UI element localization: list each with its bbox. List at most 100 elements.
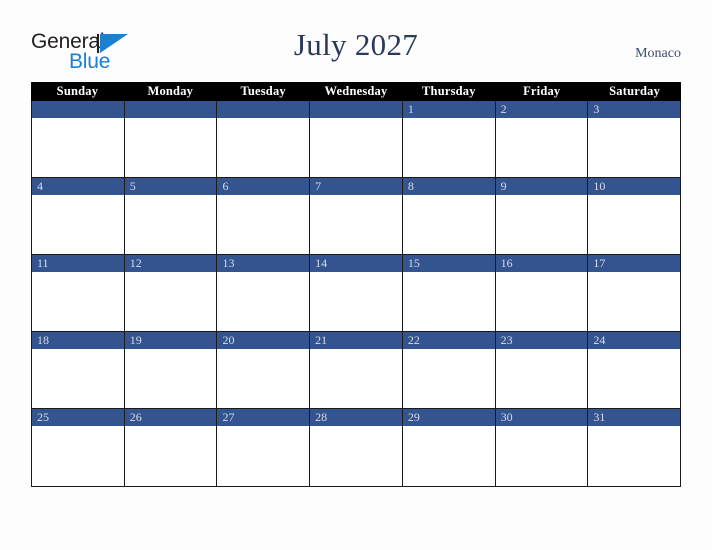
day-number: 10 [588, 178, 681, 195]
day-cell[interactable]: 3 [588, 101, 681, 178]
day-cell[interactable]: 28 [310, 409, 403, 486]
day-cell[interactable]: 10 [588, 178, 681, 255]
day-cell[interactable]: 30 [495, 409, 589, 486]
day-cell[interactable]: 11 [32, 255, 125, 332]
day-number: 30 [495, 409, 588, 426]
day-events-area[interactable] [402, 349, 495, 408]
day-events-area[interactable] [402, 426, 495, 486]
day-cell[interactable]: 26 [124, 409, 218, 486]
day-number: 22 [402, 332, 495, 349]
day-number: 17 [588, 255, 681, 272]
day-number: 21 [310, 332, 402, 349]
day-events-area[interactable] [124, 349, 217, 408]
calendar-page: General Blue July 2027 Monaco Sunday Mon… [0, 0, 712, 550]
day-cell[interactable]: 31 [588, 409, 681, 486]
day-cell[interactable]: 15 [402, 255, 496, 332]
day-cell[interactable]: 16 [495, 255, 589, 332]
day-number: 2 [495, 101, 588, 118]
day-events-area[interactable] [402, 195, 495, 254]
day-events-area[interactable] [310, 195, 402, 254]
day-events-area[interactable] [495, 426, 588, 486]
day-cell[interactable]: 23 [495, 332, 589, 409]
day-number: 3 [588, 101, 681, 118]
day-cell[interactable]: 5 [124, 178, 218, 255]
day-cell[interactable]: 20 [217, 332, 311, 409]
day-number: 27 [217, 409, 310, 426]
day-events-area[interactable] [588, 118, 681, 177]
day-events-area[interactable] [124, 426, 217, 486]
day-events-area[interactable] [310, 349, 402, 408]
day-cell[interactable]: 29 [402, 409, 496, 486]
day-number: 24 [588, 332, 681, 349]
day-cell[interactable] [310, 101, 403, 178]
day-events-area[interactable] [588, 426, 681, 486]
calendar-weeks: 1 2 3 4 5 6 7 8 9 10 11 12 13 14 15 16 1… [31, 101, 681, 487]
day-cell[interactable]: 17 [588, 255, 681, 332]
day-cell[interactable]: 24 [588, 332, 681, 409]
day-events-area[interactable] [217, 195, 310, 254]
day-events-area[interactable] [124, 272, 217, 331]
day-cell[interactable] [217, 101, 311, 178]
day-events-area[interactable] [32, 118, 124, 177]
day-number: 13 [217, 255, 310, 272]
day-cell[interactable]: 9 [495, 178, 589, 255]
weekday-header-row: Sunday Monday Tuesday Wednesday Thursday… [31, 82, 681, 101]
day-events-area[interactable] [495, 195, 588, 254]
day-events-area[interactable] [495, 272, 588, 331]
day-cell[interactable] [124, 101, 218, 178]
day-cell[interactable]: 2 [495, 101, 589, 178]
day-events-area[interactable] [310, 118, 402, 177]
day-events-area[interactable] [217, 118, 310, 177]
day-number: 11 [32, 255, 124, 272]
day-cell[interactable]: 6 [217, 178, 311, 255]
calendar-week-row: 25 26 27 28 29 30 31 [32, 409, 681, 486]
day-cell[interactable]: 25 [32, 409, 125, 486]
day-events-area[interactable] [495, 349, 588, 408]
day-cell[interactable]: 1 [402, 101, 496, 178]
day-number: 12 [124, 255, 217, 272]
day-number: 8 [402, 178, 495, 195]
day-number: 16 [495, 255, 588, 272]
calendar-week-row: 11 12 13 14 15 16 17 [32, 255, 681, 332]
day-cell[interactable]: 12 [124, 255, 218, 332]
weekday-header-sunday: Sunday [56, 84, 99, 98]
day-events-area[interactable] [124, 118, 217, 177]
page-title: July 2027 [293, 27, 419, 62]
day-events-area[interactable] [310, 272, 402, 331]
page-header: General Blue July 2027 Monaco [0, 0, 712, 82]
day-cell[interactable]: 7 [310, 178, 403, 255]
day-events-area[interactable] [124, 195, 217, 254]
weekday-header-wednesday: Wednesday [324, 84, 388, 98]
day-cell[interactable]: 21 [310, 332, 403, 409]
day-events-area[interactable] [32, 195, 124, 254]
day-events-area[interactable] [402, 272, 495, 331]
day-cell[interactable]: 18 [32, 332, 125, 409]
day-number: 31 [588, 409, 681, 426]
day-events-area[interactable] [588, 349, 681, 408]
day-events-area[interactable] [32, 426, 124, 486]
day-events-area[interactable] [588, 195, 681, 254]
day-events-area[interactable] [310, 426, 402, 486]
day-events-area[interactable] [217, 349, 310, 408]
day-cell[interactable]: 14 [310, 255, 403, 332]
day-number: 7 [310, 178, 402, 195]
day-cell[interactable]: 4 [32, 178, 125, 255]
day-events-area[interactable] [32, 272, 124, 331]
calendar-grid: Sunday Monday Tuesday Wednesday Thursday… [31, 82, 681, 487]
day-cell[interactable]: 8 [402, 178, 496, 255]
day-events-area[interactable] [588, 272, 681, 331]
day-events-area[interactable] [217, 272, 310, 331]
day-number: 15 [402, 255, 495, 272]
day-cell[interactable]: 13 [217, 255, 311, 332]
day-events-area[interactable] [402, 118, 495, 177]
day-cell[interactable]: 22 [402, 332, 496, 409]
day-number: 28 [310, 409, 402, 426]
day-events-area[interactable] [217, 426, 310, 486]
day-cell[interactable]: 27 [217, 409, 311, 486]
calendar-week-row: 1 2 3 [32, 101, 681, 178]
day-events-area[interactable] [32, 349, 124, 408]
day-events-area[interactable] [495, 118, 588, 177]
day-cell[interactable] [32, 101, 125, 178]
day-cell[interactable]: 19 [124, 332, 218, 409]
day-number: 25 [32, 409, 124, 426]
